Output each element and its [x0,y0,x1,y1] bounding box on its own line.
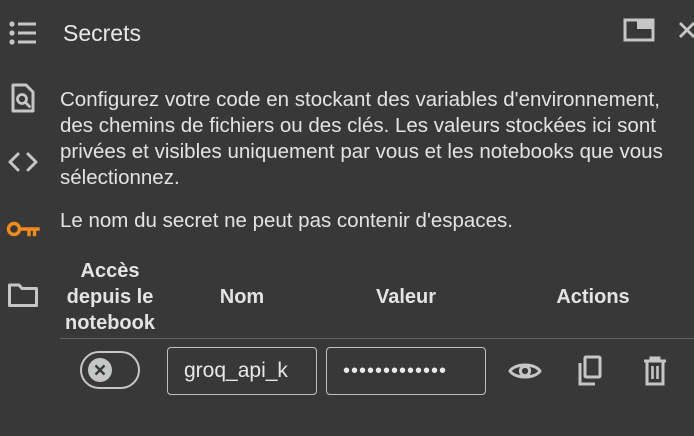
secrets-panel: Secrets Configurez votre code en stockan… [0,0,694,436]
key-icon [6,221,40,237]
delete-button[interactable] [636,352,674,390]
description-line: privées et visibles uniquement par vous … [60,140,663,163]
close-button[interactable] [676,13,694,47]
secret-name-input[interactable] [167,347,317,395]
add-secret-icon-partial[interactable] [128,430,138,436]
code-snippets-button[interactable] [4,143,42,181]
side-rail [0,0,46,436]
copy-icon [578,355,602,386]
panel-title: Secrets [63,20,141,46]
code-brackets-icon [8,152,38,172]
column-header-access-line: notebook [65,312,155,334]
dock-button[interactable] [622,13,656,47]
table-header-divider [60,338,694,339]
secret-value-input[interactable] [326,347,486,395]
list-icon [9,21,36,45]
description-line: des chemins de fichiers ou des clés. Les… [60,114,656,137]
secrets-button[interactable] [4,210,42,248]
validation-warning: Le nom du secret ne peut pas contenir d'… [60,209,513,232]
toggle-visibility-button[interactable] [506,352,544,390]
trash-icon [644,356,666,386]
folder-icon [8,283,38,307]
column-header-name: Nom [219,286,265,308]
column-header-access-line: Accès [80,260,140,282]
toggle-knob [88,358,112,382]
menu-button[interactable] [4,14,42,52]
close-icon [94,364,106,376]
column-header-access: Accès depuis le notebook [56,258,164,336]
column-header-value: Valeur [375,286,437,308]
column-header-access-line: depuis le [66,286,154,308]
notebook-access-toggle[interactable] [80,351,140,389]
eye-icon [508,363,542,379]
column-header-actions: Actions [556,286,630,308]
secrets-description: Configurez votre code en stockant des va… [60,87,694,191]
files-button[interactable] [4,276,42,314]
inspect-button[interactable] [4,79,42,117]
dock-window-icon [623,18,655,42]
close-icon [679,22,694,38]
document-search-icon [11,83,35,113]
description-line: Configurez votre code en stockant des va… [60,88,660,111]
copy-button[interactable] [571,352,609,390]
description-line: sélectionnez. [60,166,180,189]
